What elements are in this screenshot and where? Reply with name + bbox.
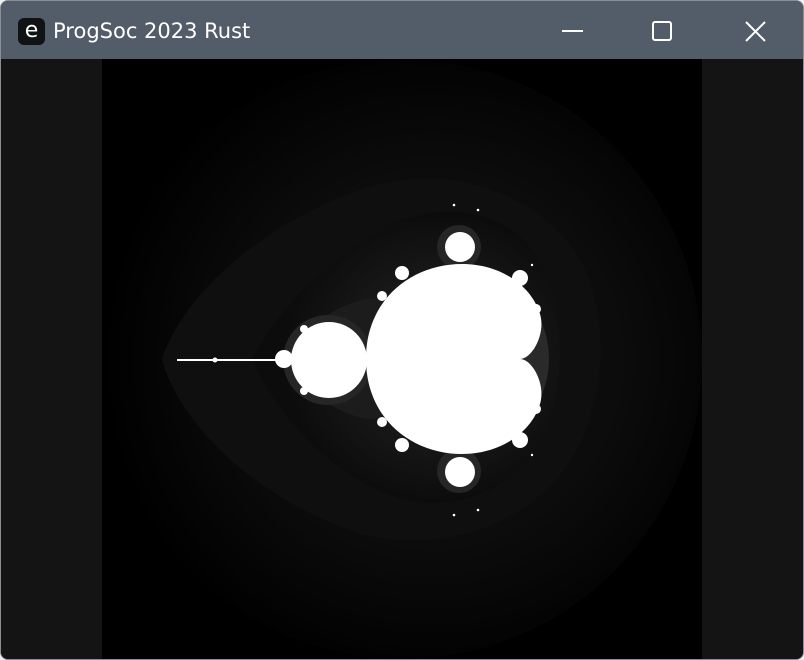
island-2 bbox=[452, 203, 456, 207]
island-1 bbox=[476, 208, 480, 212]
minimize-icon bbox=[562, 30, 583, 32]
title-bar[interactable]: e ProgSoc 2023 Rust bbox=[1, 1, 803, 59]
minimize-button[interactable] bbox=[526, 1, 618, 59]
client-area bbox=[1, 59, 803, 659]
small-bulb-a bbox=[531, 304, 541, 314]
upper-right-bulb bbox=[512, 270, 528, 286]
upper-left-bulb bbox=[395, 266, 409, 280]
window-title: ProgSoc 2023 Rust bbox=[53, 19, 251, 43]
mandelbrot-canvas[interactable] bbox=[102, 59, 702, 659]
island-6 bbox=[530, 453, 534, 457]
island-4 bbox=[452, 513, 456, 517]
lower-left-bulb bbox=[395, 438, 409, 452]
small-bulb-e bbox=[300, 325, 308, 333]
app-icon: e bbox=[18, 18, 45, 45]
island-3 bbox=[476, 508, 480, 512]
close-button[interactable] bbox=[710, 1, 802, 59]
small-bulb-d bbox=[377, 417, 387, 427]
small-bulb-f bbox=[300, 387, 308, 395]
close-icon bbox=[745, 21, 766, 42]
mandelbrot-render bbox=[102, 59, 702, 659]
main-cardioid bbox=[366, 264, 542, 454]
lower-right-bulb bbox=[512, 432, 528, 448]
maximize-icon bbox=[652, 21, 672, 41]
top-bulb bbox=[445, 232, 475, 262]
app-window: e ProgSoc 2023 Rust bbox=[0, 0, 804, 660]
bottom-bulb bbox=[445, 457, 475, 487]
island-5 bbox=[530, 263, 534, 267]
maximize-button[interactable] bbox=[616, 1, 708, 59]
period-two-bulb bbox=[291, 322, 367, 398]
small-bulb-c bbox=[377, 291, 387, 301]
small-bulb-b bbox=[531, 404, 541, 414]
antenna bbox=[177, 359, 287, 361]
